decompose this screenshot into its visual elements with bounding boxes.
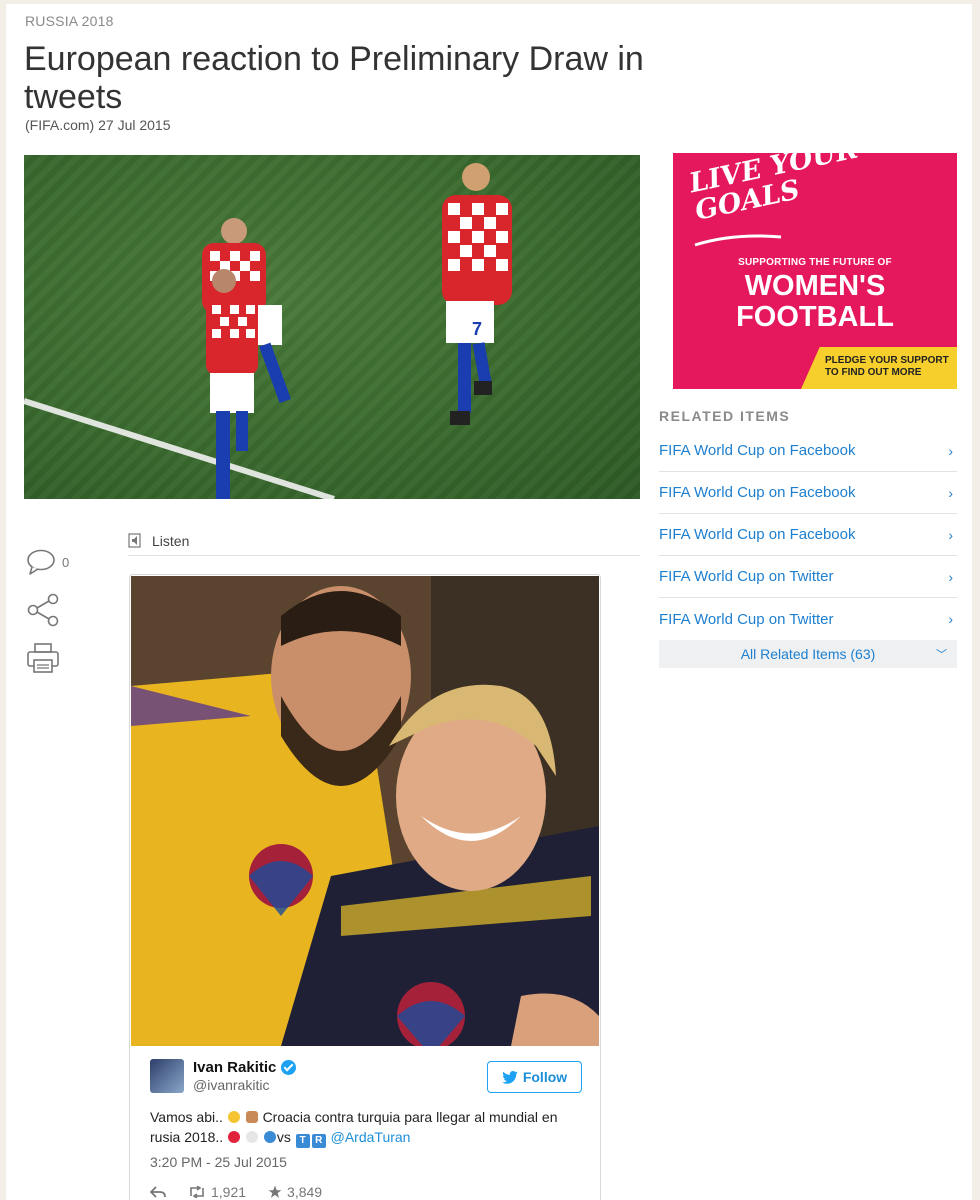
regional-indicator-r-icon: R [311,1134,326,1148]
chevron-right-icon: › [948,442,953,459]
article-page: RUSSIA 2018 European reaction to Prelimi… [6,4,972,1200]
chevron-right-icon: › [948,484,953,501]
tweet-text: Vamos abi.. Croacia contra turquia para … [150,1107,582,1148]
printer-icon [27,643,59,673]
mention-link[interactable]: @ArdaTuran [331,1129,411,1145]
ad-subtitle: SUPPORTING THE FUTURE OF [738,257,892,268]
chevron-right-icon: › [948,526,953,543]
related-item-label: FIFA World Cup on Facebook [659,526,856,543]
chevron-down-icon: ﹀ [936,649,947,661]
comments-button[interactable]: 0 [26,538,86,586]
listen-label: Listen [152,532,190,549]
hero-photo: 7 [24,155,640,499]
svg-text:7: 7 [472,319,482,339]
ad-swoosh-icon [694,234,782,247]
womens-football-ad[interactable]: LIVE YOUR GOALS SUPPORTING THE FUTURE OF… [673,153,957,389]
reply-button[interactable] [150,1186,166,1198]
like-count: 3,849 [287,1184,323,1200]
blue-circle-icon [263,1131,276,1143]
article-tools: 0 [26,538,86,682]
author-name[interactable]: Ivan Rakitic [193,1059,276,1076]
white-circle-icon [245,1131,258,1143]
smile-emoji-icon [227,1111,240,1123]
red-circle-icon [228,1131,241,1143]
speaker-icon [128,532,141,548]
tweet-text-part1: Vamos abi.. [150,1109,223,1125]
related-item-label: FIFA World Cup on Twitter [659,568,834,585]
related-items-list: FIFA World Cup on Facebook › FIFA World … [659,430,957,668]
tweet-text-vs: vs [276,1129,291,1145]
related-item-label: FIFA World Cup on Facebook [659,484,856,501]
all-related-items-button[interactable]: All Related Items (63) ﹀ [659,640,957,668]
ad-cta[interactable]: PLEDGE YOUR SUPPORT TO FIND OUT MORE [801,347,957,389]
tweet-photo[interactable] [131,576,599,1046]
related-item[interactable]: FIFA World Cup on Twitter › [659,556,957,598]
tweet-actions: 1,921 3,849 [150,1184,582,1200]
embedded-tweet: Ivan Rakitic @ivanrakitic Follow Vamos a… [129,574,601,1200]
all-related-label: All Related Items (63) [740,646,876,662]
chevron-right-icon: › [948,568,953,585]
comment-icon [27,549,55,575]
chevron-right-icon: › [948,611,953,627]
star-icon [268,1185,282,1198]
thumbs-up-emoji-icon [245,1111,258,1123]
related-item[interactable]: FIFA World Cup on Facebook › [659,430,957,472]
byline: (FIFA.com) 27 Jul 2015 [25,117,171,133]
verified-badge-icon [281,1060,297,1075]
follow-label: Follow [522,1069,568,1085]
regional-indicator-t-icon: T [295,1134,310,1148]
avatar[interactable] [150,1059,184,1093]
print-button[interactable] [26,634,86,682]
retweet-button[interactable]: 1,921 [188,1184,246,1200]
section-label[interactable]: RUSSIA 2018 [25,13,114,29]
listen-button[interactable]: Listen [128,526,640,556]
twitter-bird-icon [502,1070,518,1084]
related-item[interactable]: FIFA World Cup on Twitter › [659,598,957,640]
retweet-icon [190,1186,204,1198]
comment-count: 0 [62,554,70,570]
related-item-label: FIFA World Cup on Facebook [659,442,856,459]
related-item[interactable]: FIFA World Cup on Facebook › [659,472,957,514]
related-item[interactable]: FIFA World Cup on Facebook › [659,514,957,556]
ad-tagline: LIVE YOUR GOALS [686,153,861,227]
share-button[interactable] [26,586,86,634]
reply-icon [150,1186,166,1198]
like-button[interactable]: 3,849 [268,1184,322,1200]
share-icon [27,593,59,627]
tweet-timestamp[interactable]: 3:20 PM - 25 Jul 2015 [150,1154,582,1170]
related-item-label: FIFA World Cup on Twitter [659,610,834,628]
related-items-heading: RELATED ITEMS [659,408,791,424]
retweet-count: 1,921 [211,1184,247,1200]
ad-title: WOMEN'S FOOTBALL [736,270,894,333]
author-handle[interactable]: @ivanrakitic [193,1077,296,1093]
page-title: European reaction to Preliminary Draw in… [24,40,644,116]
follow-button[interactable]: Follow [487,1061,582,1093]
